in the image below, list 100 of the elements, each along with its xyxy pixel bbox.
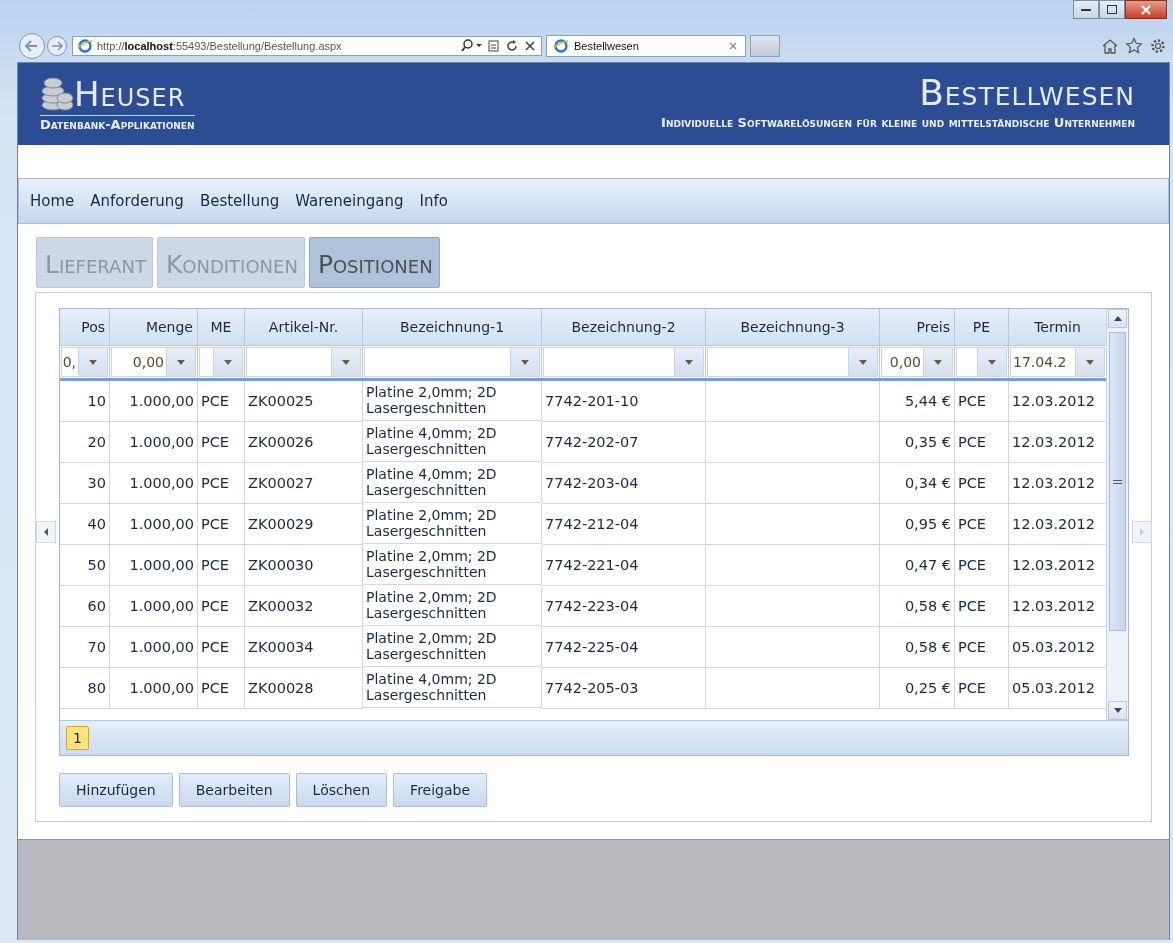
dropdown-arrow-icon[interactable] [934, 359, 942, 365]
table-cell: ZK00025 [245, 381, 363, 422]
dropdown-arrow-icon[interactable] [1086, 359, 1094, 365]
dropdown-button[interactable] [332, 347, 361, 377]
home-icon[interactable] [1101, 37, 1119, 55]
logo-subtitle: Datenbank-Applikationen [40, 115, 195, 132]
column-header[interactable]: Artikel-Nr. [245, 309, 363, 345]
menu-item[interactable]: Home [30, 192, 75, 210]
filter-field[interactable] [956, 347, 978, 377]
forward-icon[interactable] [46, 35, 68, 57]
table-cell: Platine 4,0mm; 2D Lasergeschnitten [363, 422, 542, 462]
table-cell: ZK00032 [245, 586, 363, 627]
filter-field[interactable]: 0, [61, 347, 79, 377]
up-arrow-icon [1113, 316, 1122, 321]
dropdown-button[interactable] [167, 347, 196, 377]
filter-field[interactable]: 17.04.2 [1010, 347, 1076, 377]
table-cell: 0,58 € [880, 586, 955, 627]
table-cell: PCE [955, 545, 1009, 586]
filter-field[interactable] [543, 347, 675, 377]
action-button[interactable]: Bearbeiten [178, 773, 290, 807]
table-cell: 1.000,00 [110, 504, 198, 545]
column-header[interactable]: PE [955, 309, 1009, 345]
table-cell: PCE [955, 504, 1009, 545]
dropdown-button[interactable] [924, 347, 953, 377]
tab[interactable]: Positionen [308, 237, 440, 288]
table-cell: 20 [60, 422, 110, 463]
table-cell: PCE [198, 463, 245, 504]
vertical-scrollbar[interactable] [1106, 309, 1128, 720]
table-cell: 7742-212-04 [542, 504, 706, 545]
menu-item[interactable]: Wareneingang [295, 192, 404, 210]
table-cell: 0,34 € [880, 463, 955, 504]
table-cell: 1.000,00 [110, 422, 198, 463]
action-button[interactable]: Hinzufügen [59, 773, 173, 807]
table-cell: 1.000,00 [110, 627, 198, 668]
search-icon[interactable] [461, 38, 483, 54]
refresh-icon[interactable] [505, 38, 519, 54]
page-button[interactable]: 1 [66, 726, 89, 750]
table-cell: PCE [198, 422, 245, 463]
column-header[interactable]: Bezeichnung-2 [542, 309, 706, 345]
column-header[interactable]: ME [198, 309, 245, 345]
table-cell: 80 [60, 668, 110, 709]
new-tab-button[interactable] [750, 35, 780, 57]
table-cell: 70 [60, 627, 110, 668]
dropdown-button[interactable] [214, 347, 243, 377]
scroll-left-button[interactable] [36, 521, 56, 543]
coins-icon [40, 75, 74, 113]
table-cell: PCE [198, 668, 245, 709]
table-cell: ZK00034 [245, 627, 363, 668]
filter-field[interactable] [364, 347, 511, 377]
table-cell: ZK00029 [245, 504, 363, 545]
filter-field[interactable] [199, 347, 214, 377]
filter-field[interactable] [707, 347, 849, 377]
dropdown-arrow-icon[interactable] [224, 359, 232, 365]
column-header[interactable]: Bezeichnung-3 [706, 309, 880, 345]
dropdown-button[interactable] [849, 347, 878, 377]
settings-icon[interactable] [1149, 37, 1167, 55]
table-cell: 0,95 € [880, 504, 955, 545]
table-cell: Platine 2,0mm; 2D Lasergeschnitten [363, 504, 542, 544]
close-icon[interactable] [727, 40, 739, 52]
dropdown-button[interactable] [675, 347, 704, 377]
dropdown-arrow-icon[interactable] [988, 359, 996, 365]
column-header[interactable]: Menge [110, 309, 198, 345]
menu-item[interactable]: Info [419, 192, 448, 210]
dropdown-arrow-icon[interactable] [685, 359, 693, 365]
table-cell: ZK00028 [245, 668, 363, 709]
dropdown-arrow-icon[interactable] [342, 359, 350, 365]
maximize-icon [1107, 5, 1117, 14]
action-button[interactable]: Löschen [295, 773, 388, 807]
maximize-button[interactable] [1099, 0, 1125, 19]
close-button[interactable] [1125, 0, 1167, 19]
column-header[interactable]: Termin [1009, 309, 1107, 345]
action-button[interactable]: Freigabe [393, 773, 488, 807]
table-cell: 7742-221-04 [542, 545, 706, 586]
dropdown-arrow-icon[interactable] [89, 359, 97, 365]
dropdown-button[interactable] [79, 347, 108, 377]
column-header[interactable]: Pos [60, 309, 110, 345]
dropdown-button[interactable] [978, 347, 1007, 377]
minimize-button[interactable] [1073, 0, 1099, 19]
dropdown-arrow-icon[interactable] [177, 359, 185, 365]
table-cell: Platine 2,0mm; 2D Lasergeschnitten [363, 545, 542, 585]
browser-icon [553, 38, 569, 54]
browser-tab[interactable]: Bestellwesen [546, 35, 746, 57]
dropdown-button[interactable] [1076, 347, 1105, 377]
address-field[interactable]: http://localhost:55493/Bestellung/Bestellung.aspx [72, 36, 542, 56]
menu-item[interactable]: Anforderung [90, 192, 184, 210]
star-icon[interactable] [1125, 37, 1143, 55]
menu-item[interactable]: Bestellung [199, 192, 280, 210]
table-cell: 0,35 € [880, 422, 955, 463]
filter-field[interactable] [246, 347, 332, 377]
logo-title: Heuser [74, 77, 186, 111]
dropdown-arrow-icon[interactable] [521, 359, 529, 365]
filter-field[interactable]: 0,00 [111, 347, 167, 377]
back-icon[interactable] [18, 32, 46, 60]
table-cell: ZK00027 [245, 463, 363, 504]
table-cell: PCE [198, 586, 245, 627]
dropdown-arrow-icon[interactable] [859, 359, 867, 365]
dropdown-button[interactable] [511, 347, 540, 377]
column-header[interactable]: Preis [880, 309, 955, 345]
column-header[interactable]: Bezeichnung-1 [363, 309, 542, 345]
filter-field[interactable]: 0,00 [881, 347, 924, 377]
